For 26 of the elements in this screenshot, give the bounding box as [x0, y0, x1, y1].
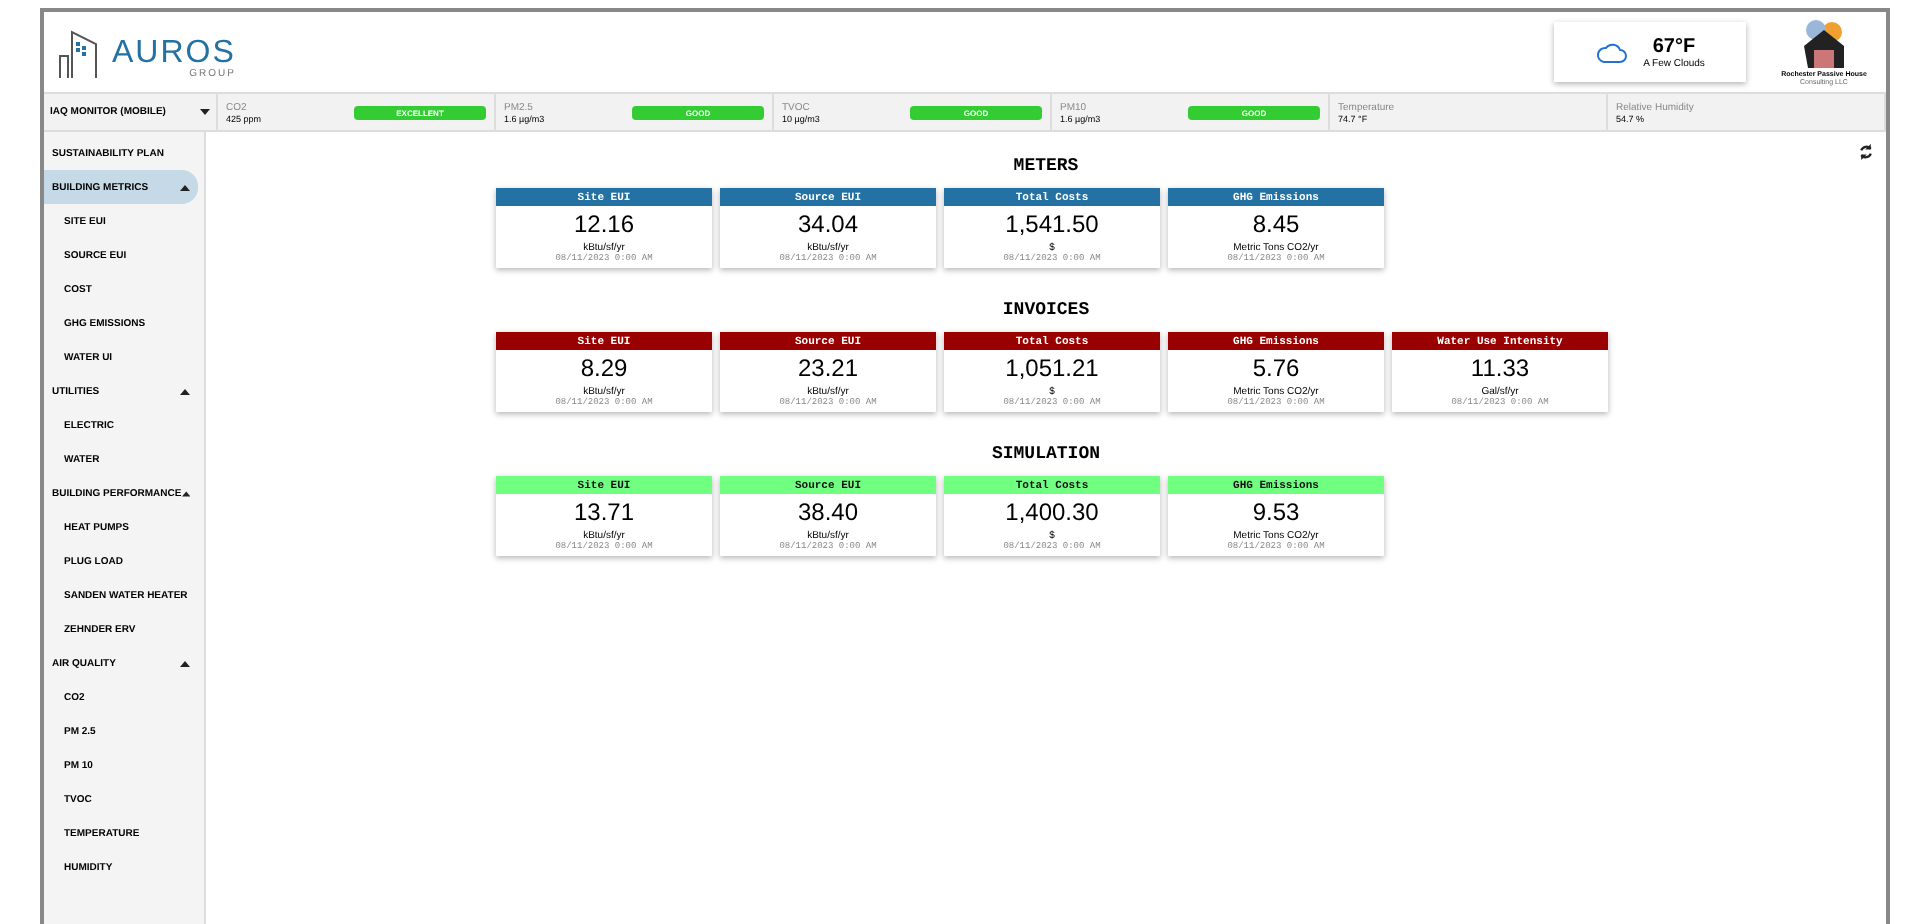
caret-icon — [181, 489, 190, 497]
caret-icon — [180, 183, 190, 191]
section-title: INVOICES — [1000, 298, 1092, 324]
metric-value: 23.21 — [797, 354, 859, 382]
metric-value: 34.04 — [797, 210, 859, 238]
refresh-icon[interactable] — [1858, 144, 1874, 160]
metric-value: 1,541.50 — [1005, 210, 1099, 238]
metric-value: 8.29 — [580, 354, 628, 382]
metric-value: 38.40 — [797, 498, 859, 526]
metric-value: 9.53 — [1252, 498, 1300, 526]
caret-icon — [180, 659, 190, 667]
logo-name: AUROS — [112, 38, 236, 70]
metric-value: 13.71 — [573, 498, 635, 526]
caret-icon — [180, 387, 190, 395]
house-logo-icon — [1800, 18, 1848, 70]
metric-value: 8.45 — [1252, 210, 1300, 238]
weather-temperature: 67°F — [1652, 35, 1696, 57]
metric-value: 1,400.30 — [1005, 498, 1099, 526]
caret-icon — [200, 108, 210, 116]
section-title: SIMULATION — [989, 442, 1102, 468]
metric-value: 12.16 — [573, 210, 635, 238]
metric-value: 11.33 — [1470, 354, 1530, 382]
section-title: METERS — [1011, 154, 1081, 180]
metric-value: 1,051.21 — [1005, 354, 1099, 382]
metric-value: 5.76 — [1252, 354, 1300, 382]
cloud-icon — [1595, 41, 1628, 63]
